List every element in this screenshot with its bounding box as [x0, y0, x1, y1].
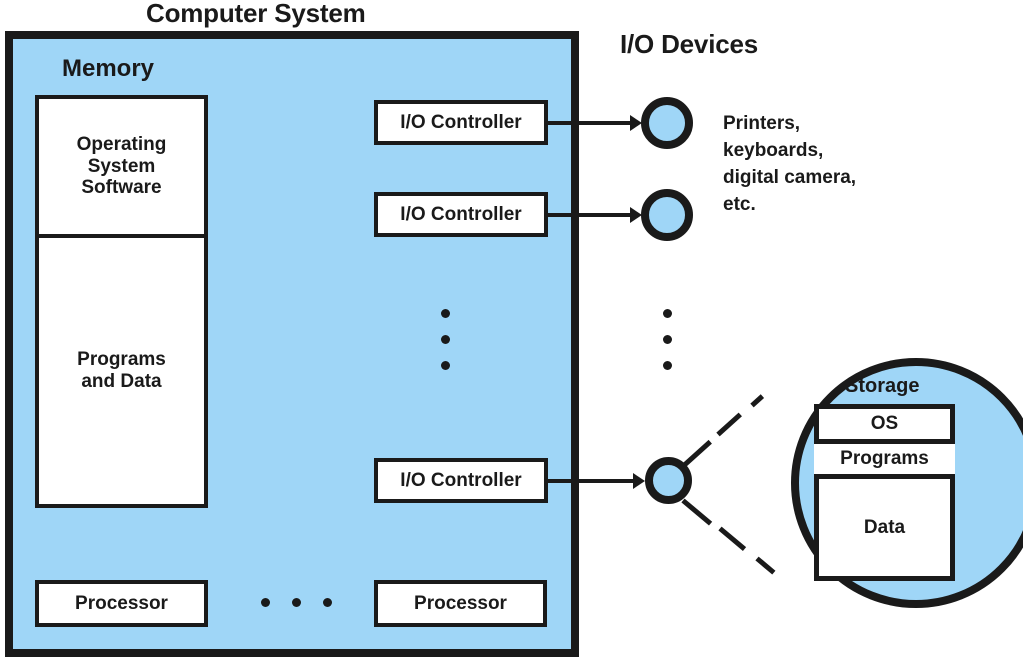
ellipsis-dot [261, 598, 270, 607]
computer-system-title: Computer System [146, 0, 366, 28]
leader-line-bottom-segment-1 [681, 498, 713, 526]
processor-box-1: Processor [35, 580, 208, 627]
operating-system-software-label: Operating System Software [76, 134, 167, 199]
leader-line-top-segment-2 [716, 412, 742, 437]
processor-box-2: Processor [374, 580, 547, 627]
processor-label-1: Processor [75, 592, 168, 614]
storage-programs-label: Programs [840, 448, 929, 469]
io-controller-box-3: I/O Controller [374, 458, 548, 503]
memory-label: Memory [62, 55, 155, 82]
ellipsis-dot [292, 598, 301, 607]
ellipsis-dot [441, 361, 450, 370]
processors-ellipsis-dots [261, 598, 332, 607]
connector-arrow-1 [545, 121, 638, 125]
ellipsis-dot [663, 335, 672, 344]
io-device-circle-1 [641, 97, 693, 149]
io-controller-label-2: I/O Controller [400, 203, 522, 225]
ellipsis-dot [663, 309, 672, 318]
io-device-circle-2 [641, 189, 693, 241]
io-devices-ellipsis-dots [663, 309, 672, 370]
connector-arrow-3 [545, 479, 641, 483]
leader-line-top-segment-1 [683, 439, 712, 467]
storage-label: Storage [845, 375, 920, 397]
leader-line-bottom-segment-3 [755, 556, 776, 575]
io-controller-label-1: I/O Controller [400, 111, 522, 133]
storage-row-data: Data [819, 479, 950, 576]
leader-line-bottom-segment-2 [718, 526, 747, 551]
programs-and-data-box: Programs and Data [35, 234, 208, 508]
io-controller-label-3: I/O Controller [400, 469, 522, 491]
arrow-head-icon [633, 473, 645, 489]
io-device-examples-label: Printers, keyboards, digital camera, etc… [723, 113, 857, 216]
storage-row-os: OS [819, 409, 950, 444]
ellipsis-dot [441, 335, 450, 344]
storage-os-label: OS [870, 413, 899, 434]
io-controller-box-1: I/O Controller [374, 100, 548, 145]
processor-label-2: Processor [414, 592, 507, 614]
connector-arrow-2 [545, 213, 638, 217]
storage-data-label: Data [863, 516, 906, 538]
io-controllers-ellipsis-dots [441, 309, 450, 370]
programs-and-data-label: Programs and Data [77, 349, 166, 392]
diagram-canvas: Computer System I/O Devices Memory Opera… [0, 0, 1023, 663]
ellipsis-dot [663, 361, 672, 370]
operating-system-software-box: Operating System Software [35, 95, 208, 238]
io-devices-title: I/O Devices [620, 29, 758, 59]
ellipsis-dot [323, 598, 332, 607]
io-controller-box-2: I/O Controller [374, 192, 548, 237]
ellipsis-dot [441, 309, 450, 318]
storage-row-programs: Programs [814, 444, 955, 479]
leader-line-top-segment-3 [750, 394, 765, 408]
